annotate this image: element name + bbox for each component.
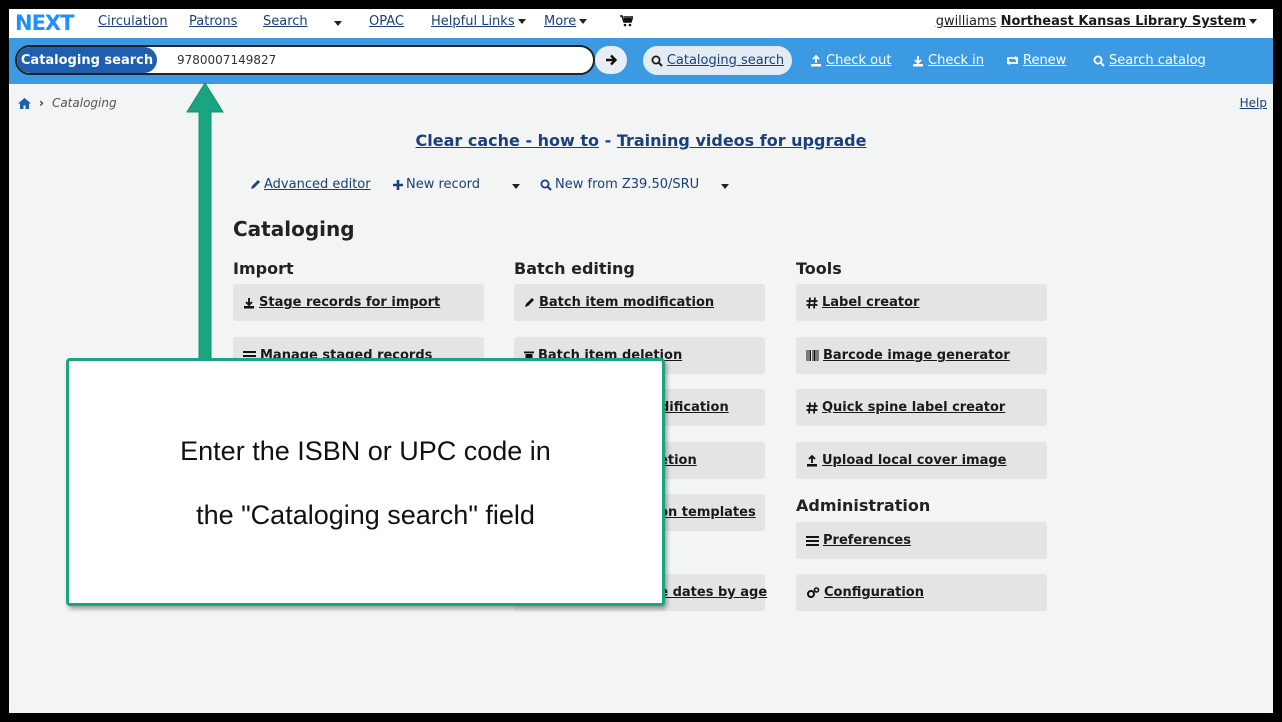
callout-line-2: the "Cataloging search" field <box>196 500 535 530</box>
hashtag-icon <box>806 401 818 414</box>
search-catalog-tab-label: Search catalog <box>1109 53 1206 68</box>
upload-icon <box>807 454 817 466</box>
preferences-label: Preferences <box>823 533 911 548</box>
nav-patrons[interactable]: Patrons <box>189 14 237 29</box>
pencil-icon <box>525 298 534 307</box>
username: gwilliams <box>935 14 997 29</box>
label-creator-label: Label creator <box>822 295 920 310</box>
chevron-down-icon <box>517 19 526 24</box>
pencil-icon <box>251 180 260 189</box>
cataloging-search-tab-label: Cataloging search <box>666 53 785 68</box>
logo[interactable]: NEXT <box>15 11 74 35</box>
user-menu[interactable]: gwilliams Northeast Kansas Library Syste… <box>936 14 1257 29</box>
retweet-icon <box>1007 55 1018 66</box>
download-icon <box>244 297 254 308</box>
search-icon <box>1093 55 1105 67</box>
tools-heading: Tools <box>796 259 842 278</box>
new-record-button[interactable]: New record <box>393 177 480 192</box>
plus-icon <box>393 179 403 190</box>
search-box: Cataloging search <box>15 45 595 75</box>
quick-spine-label-label: Quick spine label creator <box>822 400 1006 415</box>
search-dropdown-caret[interactable] <box>334 21 342 26</box>
upload-cover-image-button[interactable]: Upload local cover image <box>796 442 1047 479</box>
batch-item-modification-label: Batch item modification <box>539 295 715 310</box>
gears-icon <box>807 586 820 598</box>
configuration-label: Configuration <box>824 585 924 600</box>
quick-spine-label-button[interactable]: Quick spine label creator <box>796 389 1047 426</box>
announcement-separator: - <box>604 131 612 150</box>
check-in-tab[interactable]: Check in <box>912 46 984 75</box>
nav-more-label: More <box>544 14 577 29</box>
search-catalog-tab[interactable]: Search catalog <box>1093 46 1206 75</box>
search-type-selector[interactable]: Cataloging search <box>17 47 157 73</box>
nav-opac[interactable]: OPAC <box>369 14 404 29</box>
home-icon[interactable] <box>18 97 31 109</box>
top-navbar: NEXT Circulation Patrons Search OPAC Hel… <box>9 9 1273 38</box>
administration-heading: Administration <box>796 496 931 515</box>
z3950-dropdown[interactable] <box>721 184 729 189</box>
list-icon <box>806 536 819 546</box>
stage-records-button[interactable]: Stage records for import <box>233 284 484 321</box>
hashtag-icon <box>806 296 818 309</box>
check-out-tab-label: Check out <box>826 53 892 68</box>
new-from-z3950-label: New from Z39.50/SRU <box>555 177 700 192</box>
page-title: Cataloging <box>233 217 355 241</box>
breadcrumb-current: Cataloging <box>51 96 117 110</box>
preferences-button[interactable]: Preferences <box>796 522 1047 559</box>
cataloging-search-input[interactable] <box>177 53 577 67</box>
batch-editing-heading: Batch editing <box>514 259 635 278</box>
callout-line-1: Enter the ISBN or UPC code in <box>180 436 551 466</box>
nav-search[interactable]: Search <box>263 14 308 29</box>
cataloging-search-tab[interactable]: Cataloging search <box>643 46 792 75</box>
cart-icon[interactable] <box>620 15 634 31</box>
training-videos-link[interactable]: Training videos for upgrade <box>617 131 867 150</box>
barcode-icon <box>806 350 819 361</box>
search-submit-button[interactable] <box>595 46 627 74</box>
search-bar: Cataloging search Cataloging search Chec… <box>9 38 1273 84</box>
nav-more[interactable]: More <box>544 14 588 29</box>
chevron-right-icon: › <box>39 96 44 110</box>
chevron-down-icon <box>1249 19 1257 24</box>
search-icon <box>651 55 663 67</box>
upload-cover-image-label: Upload local cover image <box>822 453 1007 468</box>
label-creator-button[interactable]: Label creator <box>796 284 1047 321</box>
nav-helpful-links[interactable]: Helpful Links <box>431 14 526 29</box>
advanced-editor-label: Advanced editor <box>264 177 371 192</box>
barcode-generator-button[interactable]: Barcode image generator <box>796 337 1047 374</box>
library-name: Northeast Kansas Library System <box>1000 14 1246 29</box>
configuration-button[interactable]: Configuration <box>796 574 1047 611</box>
search-icon <box>540 179 552 191</box>
breadcrumb: › Cataloging <box>18 96 117 110</box>
new-from-z3950-button[interactable]: New from Z39.50/SRU <box>540 177 699 192</box>
advanced-editor-button[interactable]: Advanced editor <box>250 177 371 192</box>
upload-icon <box>811 54 821 66</box>
batch-item-modification-button[interactable]: Batch item modification <box>514 284 765 321</box>
check-in-tab-label: Check in <box>928 53 984 68</box>
stage-records-label: Stage records for import <box>259 295 441 310</box>
help-link[interactable]: Help <box>1240 96 1267 110</box>
clear-cache-link[interactable]: Clear cache - how to <box>416 131 600 150</box>
import-heading: Import <box>233 259 294 278</box>
announcement: Clear cache - how to - Training videos f… <box>9 131 1273 150</box>
check-out-tab[interactable]: Check out <box>810 46 891 75</box>
renew-tab[interactable]: Renew <box>1006 46 1066 75</box>
download-icon <box>913 55 923 66</box>
renew-tab-label: Renew <box>1023 53 1067 68</box>
nav-circulation[interactable]: Circulation <box>98 14 168 29</box>
arrow-right-icon <box>605 54 617 66</box>
app-window: NEXT Circulation Patrons Search OPAC Hel… <box>9 9 1273 713</box>
new-record-label: New record <box>406 177 481 192</box>
chevron-down-icon <box>579 19 588 24</box>
tutorial-callout: Enter the ISBN or UPC code in the "Catal… <box>66 358 665 606</box>
new-record-dropdown[interactable] <box>512 184 520 189</box>
nav-helpful-links-label: Helpful Links <box>431 14 515 29</box>
barcode-generator-label: Barcode image generator <box>823 348 1010 363</box>
